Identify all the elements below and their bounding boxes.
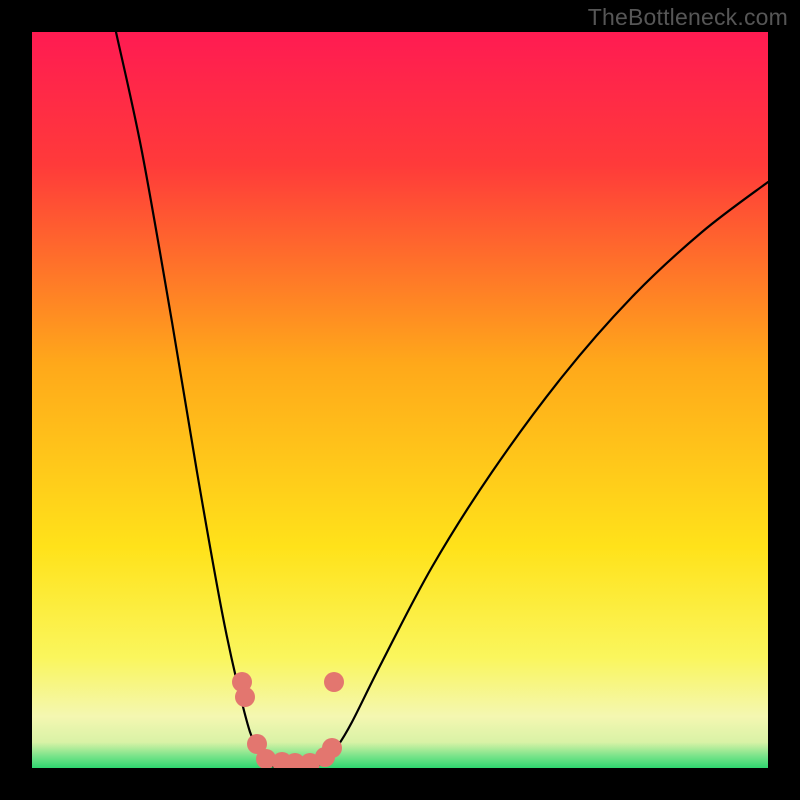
- data-marker: [324, 672, 344, 692]
- watermark-text: TheBottleneck.com: [588, 4, 788, 31]
- data-markers: [32, 32, 768, 768]
- data-marker: [322, 738, 342, 758]
- chart-container: TheBottleneck.com: [0, 0, 800, 800]
- data-marker: [235, 687, 255, 707]
- plot-area: [32, 32, 768, 768]
